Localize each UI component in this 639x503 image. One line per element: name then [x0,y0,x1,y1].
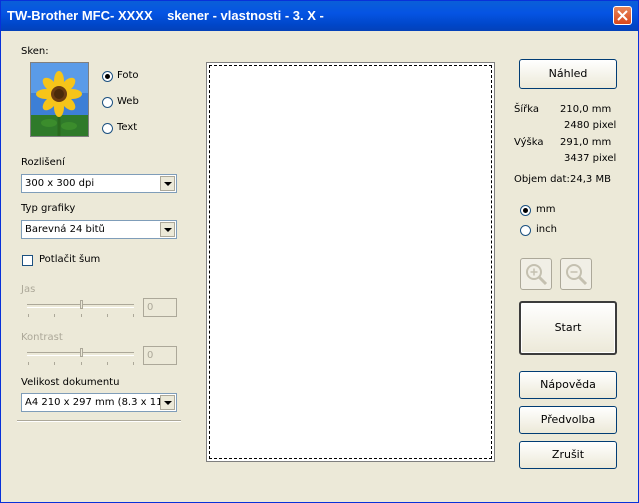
scan-label: Sken: [21,46,49,57]
width-px: 2480 pixel [564,120,617,131]
chevron-down-icon[interactable] [160,222,175,237]
contrast-slider-thumb[interactable] [80,348,83,357]
doc-size-value: A4 210 x 297 mm (8.3 x 11. [25,397,160,408]
preview-area[interactable] [206,62,495,462]
width-label: Šířka [514,104,539,115]
radio-foto-label[interactable]: Foto [117,70,139,81]
radio-foto[interactable] [102,71,113,82]
chevron-down-icon[interactable] [160,395,175,410]
graphics-type-value: Barevná 24 bitů [25,224,105,235]
slider-tick [81,314,82,317]
radio-mm-label[interactable]: mm [536,204,555,215]
radio-web-label[interactable]: Web [117,96,139,107]
preview-button[interactable]: Náhled [519,59,617,89]
scan-area-frame[interactable] [209,65,492,459]
start-button[interactable]: Start [519,301,617,355]
slider-tick [54,314,55,317]
contrast-value: 0 [147,350,154,361]
brightness-slider-thumb[interactable] [80,300,83,309]
height-label: Výška [514,137,544,148]
help-button-label: Nápověda [540,378,596,391]
doc-size-label: Velikost dokumentu [21,377,120,388]
resolution-select[interactable]: 300 x 300 dpi [21,174,177,193]
help-button[interactable]: Nápověda [519,371,617,399]
zoom-in-icon [526,264,548,286]
brightness-value-field[interactable]: 0 [143,298,177,317]
noise-checkbox[interactable] [22,255,33,266]
noise-label[interactable]: Potlačit šum [39,254,100,265]
radio-web[interactable] [102,97,113,108]
close-button[interactable] [613,6,632,25]
contrast-value-field[interactable]: 0 [143,346,177,365]
preview-button-label: Náhled [548,67,588,80]
height-px: 3437 pixel [564,153,617,164]
brightness-label: Jas [21,284,36,295]
resolution-value: 300 x 300 dpi [25,178,95,189]
cancel-button[interactable]: Zrušit [519,441,617,469]
data-size-value: 24,3 MB [570,174,611,185]
resolution-label: Rozlišení [21,157,65,168]
slider-tick [107,314,108,317]
data-size-label: Objem dat: [514,174,570,185]
slider-tick [133,362,134,365]
defaults-button-label: Předvolba [540,413,596,426]
zoom-in-button[interactable] [520,258,552,290]
height-mm: 291,0 mm [560,137,612,148]
slider-tick [28,314,29,317]
radio-text-label[interactable]: Text [117,122,137,133]
brightness-value: 0 [147,302,154,313]
sunflower-photo [31,63,88,136]
radio-mm[interactable] [520,205,531,216]
title-bar[interactable]: TW-Brother MFC- XXXX skener - vlastnosti… [1,1,638,31]
radio-inch[interactable] [520,225,531,236]
slider-tick [107,362,108,365]
radio-inch-label[interactable]: inch [536,224,557,235]
slider-tick [54,362,55,365]
doc-size-select[interactable]: A4 210 x 297 mm (8.3 x 11. [21,393,177,412]
chevron-down-icon[interactable] [160,176,175,191]
slider-tick [133,314,134,317]
divider [17,420,181,422]
start-button-label: Start [554,321,582,334]
defaults-button[interactable]: Předvolba [519,406,617,434]
slider-tick [81,362,82,365]
scan-thumbnail [30,62,89,137]
contrast-label: Kontrast [21,332,63,343]
zoom-out-icon [566,264,588,286]
graphics-type-label: Typ grafiky [21,203,76,214]
scanner-properties-window: TW-Brother MFC- XXXX skener - vlastnosti… [0,0,639,503]
slider-tick [28,362,29,365]
radio-text[interactable] [102,123,113,134]
close-icon [617,10,628,21]
graphics-type-select[interactable]: Barevná 24 bitů [21,220,177,239]
cancel-button-label: Zrušit [551,448,585,461]
window-title: TW-Brother MFC- XXXX skener - vlastnosti… [7,8,324,23]
zoom-out-button[interactable] [560,258,592,290]
width-mm: 210,0 mm [560,104,612,115]
